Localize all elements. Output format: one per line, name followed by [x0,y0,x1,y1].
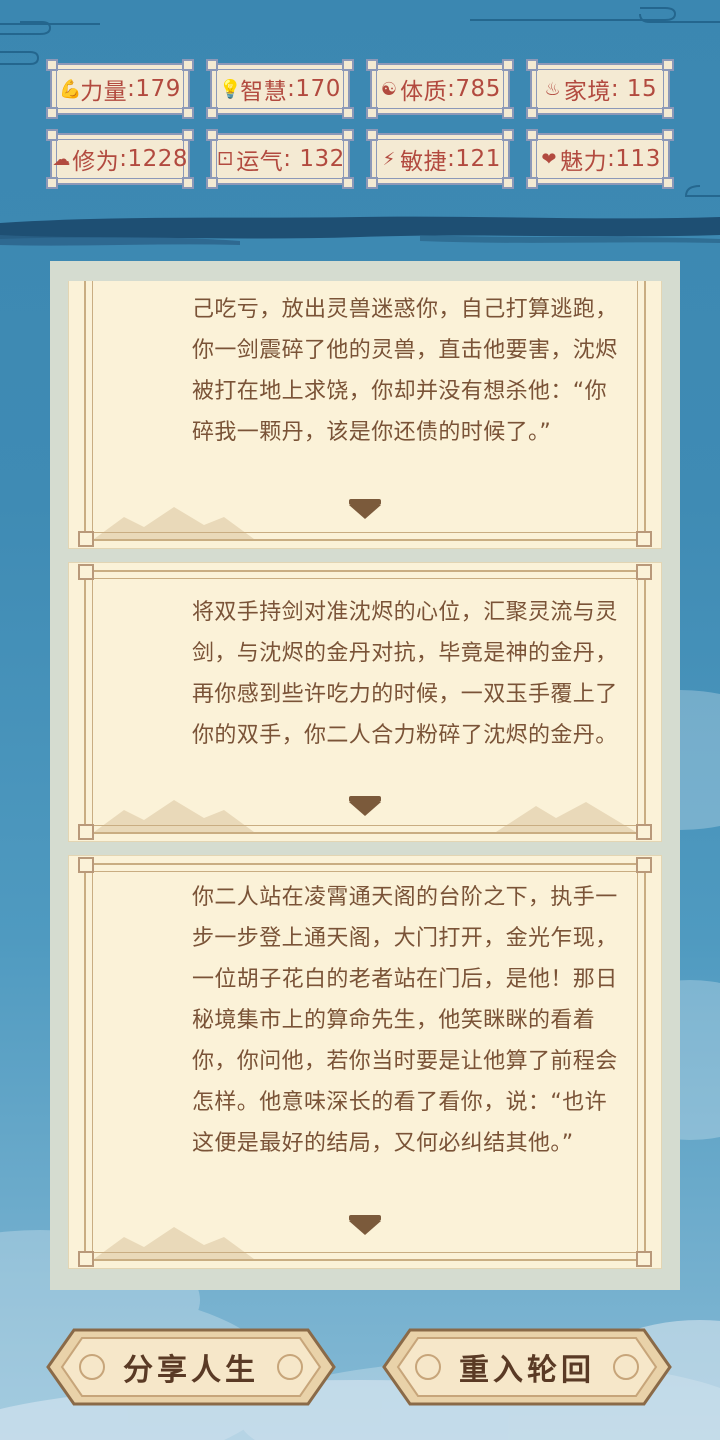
stat-label: 力量 [80,79,128,105]
family-icon: ♨ [544,78,562,100]
game-screen: { "stats": [ {"icon": "bicep-icon", "gly… [0,0,720,1440]
stat-label: 敏捷 [400,149,448,175]
stats-grid: 💪 力量:179 💡 智慧:170 ☯ 体质:785 ♨ 家境: 15 ☁ 修为:1228… [0,0,720,200]
heart-icon: ❤ [541,148,557,170]
expand-arrow-icon[interactable] [349,499,381,519]
stat-luck: ⚀ 运气: 132 [206,129,354,189]
mountain-decoration [496,802,636,832]
share-life-button[interactable]: 分享人生 [46,1328,336,1406]
stat-label: 体质 [400,79,448,105]
stat-label: 运气 [236,149,284,175]
stat-value: 170 [295,76,341,102]
story-entry-card: 你二人站在凌霄通天阁的台阶之下，执手一步一步登上通天阁，大门打开，金光乍现，一位… [68,855,662,1269]
stat-value: 179 [135,76,181,102]
expand-arrow-icon[interactable] [349,796,381,816]
stat-charm: ❤ 魅力:113 [526,129,674,189]
story-text: 己吃亏，放出灵兽迷惑你，自己打算逃跑，你一剑震碎了他的灵兽，直击他要害，沈烬被打… [192,297,618,445]
ink-brush-divider [0,216,720,246]
story-entry-card: 将双手持剑对准沈烬的心位，汇聚灵流与灵剑，与沈烬的金丹对抗，毕竟是神的金丹，再你… [68,562,662,842]
stat-agility: ⚡ 敏捷:121 [366,129,514,189]
expand-arrow-icon[interactable] [349,1215,381,1235]
stat-label: 家境 [563,79,611,105]
share-life-label: 分享人生 [123,1353,259,1388]
story-scroll-list[interactable]: 己吃亏，放出灵兽迷惑你，自己打算逃跑，你一剑震碎了他的灵兽，直击他要害，沈烬被打… [68,281,662,1269]
mountain-decoration [94,507,254,539]
bicep-icon: 💪 [59,78,83,100]
stat-family: ♨ 家境: 15 [526,59,674,119]
reincarnate-button[interactable]: 重入轮回 [382,1328,672,1406]
stat-value: 15 [619,76,658,102]
stat-constitution: ☯ 体质:785 [366,59,514,119]
stat-strength: 💪 力量:179 [46,59,194,119]
stat-value: 785 [455,76,501,102]
stat-wisdom: 💡 智慧:170 [206,59,354,119]
stat-value: 113 [615,146,661,172]
story-text: 你二人站在凌霄通天阁的台阶之下，执手一步一步登上通天阁，大门打开，金光乍现，一位… [192,885,618,1156]
lightning-icon: ⚡ [382,148,396,170]
stat-value: 1228 [127,146,188,172]
stat-cultivation: ☁ 修为:1228 [46,129,194,189]
stat-value: 121 [455,146,501,172]
mountain-decoration [94,800,254,832]
reincarnate-label: 重入轮回 [459,1353,595,1388]
yin-yang-icon: ☯ [380,78,398,100]
mountain-decoration [94,1227,254,1259]
stat-label: 智慧 [240,79,288,105]
dice-icon: ⚀ [217,148,234,170]
stat-label: 魅力 [560,149,608,175]
stat-label: 修为 [72,149,120,175]
cloud-icon: ☁ [52,148,71,170]
stat-value: 132 [291,146,345,172]
story-text: 将双手持剑对准沈烬的心位，汇聚灵流与灵剑，与沈烬的金丹对抗，毕竟是神的金丹，再你… [192,600,618,748]
story-entry-card: 己吃亏，放出灵兽迷惑你，自己打算逃跑，你一剑震碎了他的灵兽，直击他要害，沈烬被打… [68,281,662,549]
bulb-icon: 💡 [219,78,243,100]
